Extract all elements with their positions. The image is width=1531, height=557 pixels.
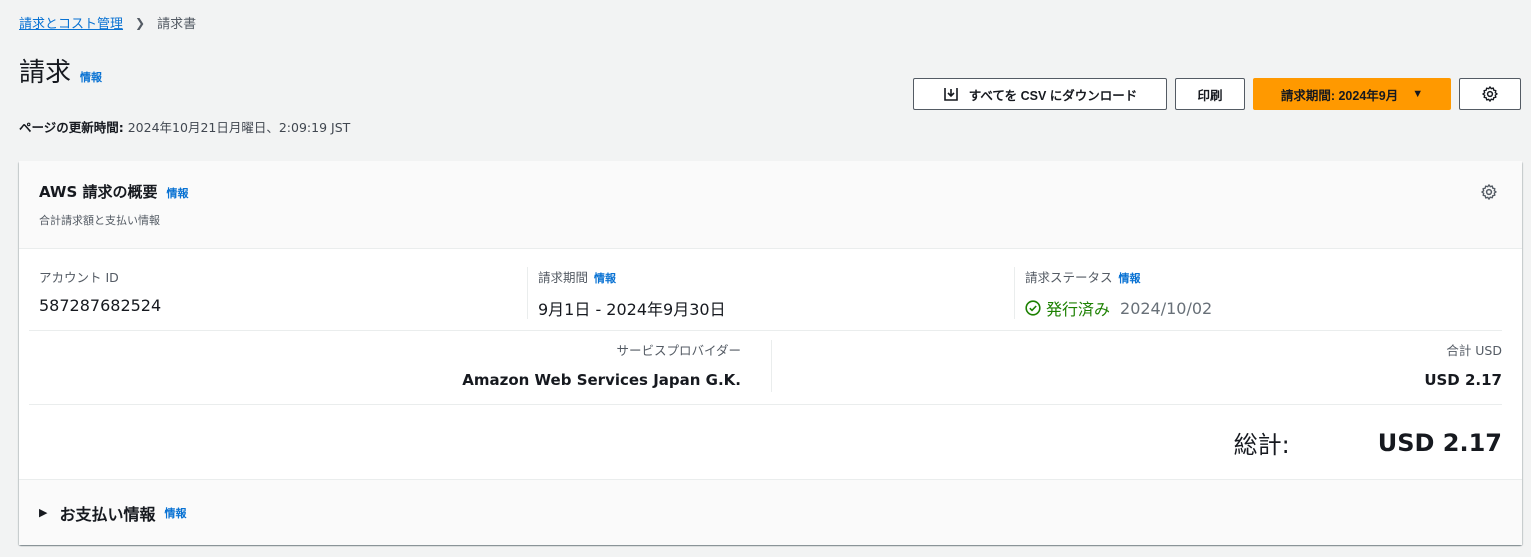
- billing-period-dropdown[interactable]: 請求期間: 2024年9月 ▼: [1253, 78, 1451, 110]
- success-check-icon: [1025, 300, 1041, 316]
- billing-period-label: 請求期間: 2024年9月: [1280, 88, 1399, 103]
- card-header: AWS 請求の概要 情報 合計請求額と支払い情報: [19, 161, 1522, 249]
- billing-summary-card: AWS 請求の概要 情報 合計請求額と支払い情報 アカウント ID 587287…: [19, 161, 1522, 545]
- provider-total-row: サービスプロバイダー Amazon Web Services Japan G.K…: [29, 332, 1502, 405]
- header-actions: すべてを CSV にダウンロード 印刷 請求期間: 2024年9月 ▼: [913, 78, 1521, 110]
- status-date: 2024/10/02: [1120, 298, 1213, 318]
- payment-info-expander[interactable]: ▶ お支払い情報 情報: [19, 479, 1522, 545]
- print-label: 印刷: [1197, 88, 1223, 103]
- account-id-label: アカウント ID: [39, 270, 119, 285]
- print-button[interactable]: 印刷: [1175, 78, 1245, 110]
- caret-right-icon: ▶: [39, 506, 48, 519]
- payment-info-title: お支払い情報: [59, 504, 156, 524]
- updated-value: 2024年10月21日月曜日、2:09:19 JST: [127, 120, 351, 135]
- page-updated-time: ページの更新時間: 2024年10月21日月曜日、2:09:19 JST: [19, 117, 350, 136]
- total-usd-value: USD 2.17: [1424, 371, 1502, 389]
- payment-info-link[interactable]: 情報: [164, 505, 186, 521]
- column-divider: [771, 340, 772, 392]
- breadcrumb-current: 請求書: [157, 17, 197, 32]
- grand-total: 総計: USD 2.17: [1234, 425, 1502, 460]
- download-icon: [943, 88, 958, 101]
- page-title: 請求: [19, 58, 72, 88]
- download-csv-button[interactable]: すべてを CSV にダウンロード: [913, 78, 1167, 110]
- billing-status-field: 請求ステータス 情報 発行済み 2024/10/02: [1014, 267, 1212, 319]
- billing-status-label: 請求ステータス: [1025, 270, 1113, 285]
- page-info-link[interactable]: 情報: [80, 69, 102, 85]
- account-id-value: 587287682524: [39, 296, 162, 315]
- account-id-field: アカウント ID 587287682524: [39, 267, 161, 319]
- breadcrumb: 請求とコスト管理 ❯ 請求書: [19, 13, 197, 33]
- gear-icon: [1482, 86, 1498, 102]
- download-csv-label: すべてを CSV にダウンロード: [968, 88, 1138, 103]
- page-header: 請求 情報: [19, 52, 102, 89]
- chevron-right-icon: ❯: [135, 15, 146, 30]
- status-info-link[interactable]: 情報: [1119, 270, 1141, 286]
- updated-label: ページの更新時間:: [19, 120, 124, 135]
- total-usd-label: 合計 USD: [1446, 343, 1502, 358]
- billing-period-field-label: 請求期間: [538, 270, 589, 285]
- service-provider-value: Amazon Web Services Japan G.K.: [462, 371, 741, 389]
- service-provider-label: サービスプロバイダー: [616, 343, 741, 358]
- grand-total-label: 総計:: [1233, 431, 1290, 459]
- summary-info-link[interactable]: 情報: [167, 185, 189, 201]
- billing-period-value: 9月1日 - 2024年9月30日: [538, 300, 726, 319]
- card-subtitle: 合計請求額と支払い情報: [39, 214, 160, 227]
- billing-period-field: 請求期間 情報 9月1日 - 2024年9月30日: [527, 267, 726, 319]
- summary-details-row: アカウント ID 587287682524 請求期間 情報 9月1日 - 202…: [29, 261, 1502, 331]
- total-usd-field: 合計 USD USD 2.17: [1424, 340, 1502, 389]
- caret-down-icon: ▼: [1412, 88, 1424, 100]
- card-title: AWS 請求の概要: [39, 183, 158, 201]
- preferences-button[interactable]: [1459, 78, 1521, 110]
- status-badge: 発行済み: [1046, 300, 1111, 319]
- period-info-link[interactable]: 情報: [594, 270, 616, 286]
- service-provider-field: サービスプロバイダー Amazon Web Services Japan G.K…: [462, 340, 741, 389]
- grand-total-value: USD 2.17: [1377, 428, 1502, 457]
- breadcrumb-billing-link[interactable]: 請求とコスト管理: [19, 13, 123, 32]
- card-settings-gear-icon[interactable]: [1480, 183, 1498, 201]
